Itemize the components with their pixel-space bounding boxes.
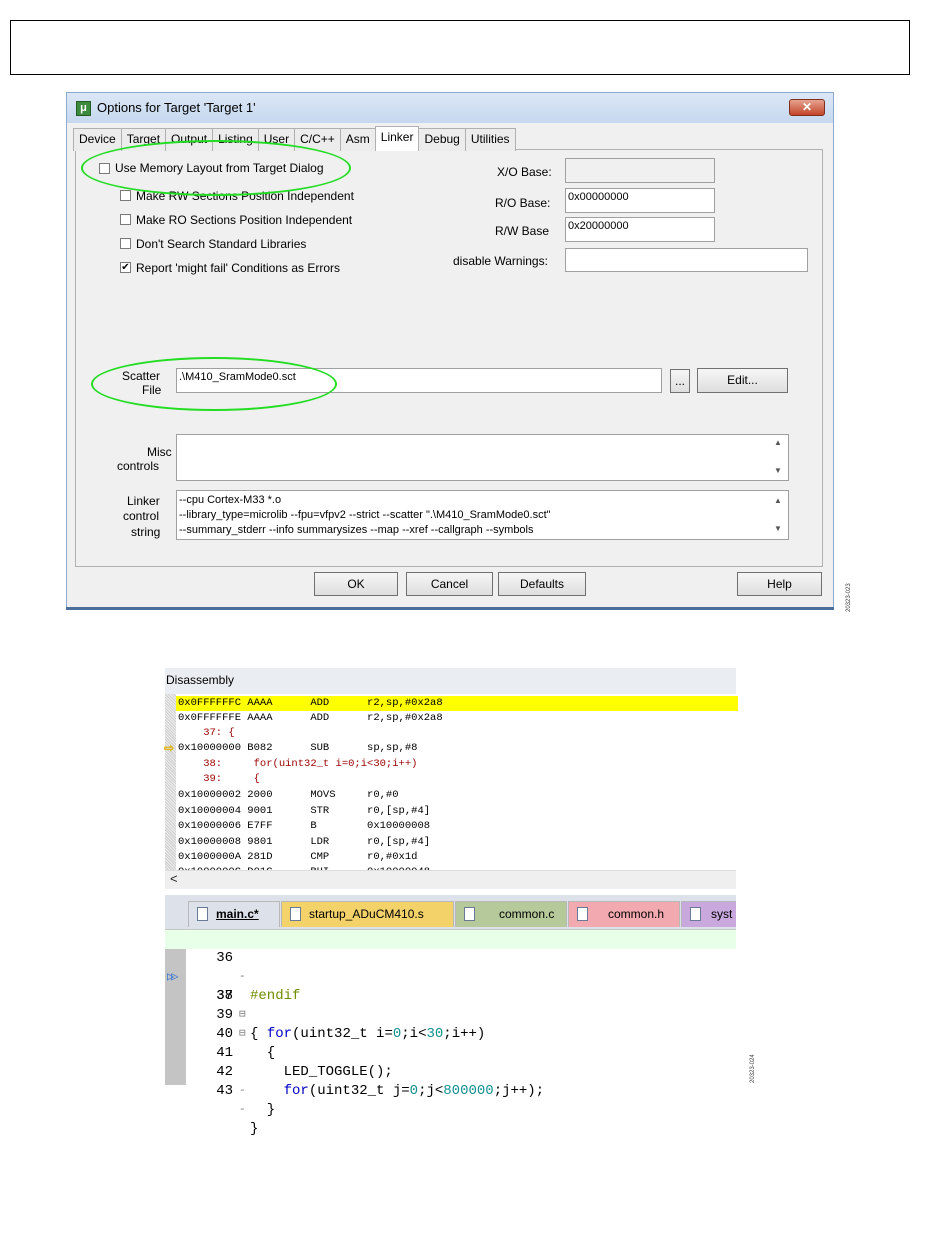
linker-control-label-line3: string xyxy=(131,525,161,539)
disassembly-horizontal-scrollbar[interactable]: < xyxy=(165,870,736,889)
file-icon xyxy=(197,907,208,921)
disassembly-title: Disassembly xyxy=(165,668,736,694)
file-tab-common-c[interactable]: common.c xyxy=(455,901,567,927)
report-might-fail-checkbox[interactable]: ✔ xyxy=(120,262,131,273)
file-icon xyxy=(690,907,701,921)
code-text: for(uint32_t j=0;j<800000;j++); xyxy=(283,1083,545,1099)
file-tab-label: common.c xyxy=(499,907,555,921)
ok-button[interactable]: OK xyxy=(314,572,398,596)
tab-device[interactable]: Device xyxy=(73,128,122,151)
disasm-source-line[interactable]: 39: { xyxy=(178,772,260,787)
file-tab-label: startup_ADuCM410.s xyxy=(309,907,424,921)
disassembly-gutter xyxy=(165,694,176,870)
linker-control-label-line2: control xyxy=(123,509,160,523)
disasm-line[interactable]: 0x0FFFFFFC AAAA ADD r2,sp,#0x2a8 xyxy=(176,696,738,711)
disasm-line[interactable]: 0x10000006 E7FF B 0x10000008 xyxy=(178,819,430,834)
file-icon xyxy=(464,907,475,921)
disasm-line[interactable]: 0x10000002 2000 MOVS r0,#0 xyxy=(178,788,399,803)
editor-line[interactable]: 43 - } xyxy=(165,1063,736,1137)
linker-string-line-3: --summary_stderr --info summarysizes --m… xyxy=(179,524,534,536)
cancel-button[interactable]: Cancel xyxy=(406,572,493,596)
fold-marker: - xyxy=(239,1085,246,1097)
xo-base-label: X/O Base: xyxy=(497,165,552,179)
options-dialog: μ Options for Target 'Target 1' ✕ Device… xyxy=(66,92,834,610)
file-tab-label: common.h xyxy=(608,907,665,921)
dont-search-std-libs-checkbox[interactable] xyxy=(120,238,131,249)
make-ro-position-independent-checkbox[interactable] xyxy=(120,214,131,225)
app-icon: μ xyxy=(76,101,91,116)
file-tab-main-c[interactable]: main.c* xyxy=(188,901,280,927)
linker-string-line-2: --library_type=microlib --fpu=vfpv2 --st… xyxy=(179,509,551,521)
make-rw-position-independent-checkbox[interactable] xyxy=(120,190,131,201)
misc-scroll-down-icon[interactable]: ▼ xyxy=(774,466,782,475)
linker-scroll-down-icon[interactable]: ▼ xyxy=(774,524,782,533)
fold-marker: - xyxy=(239,1104,246,1116)
linker-control-label-line1: Linker xyxy=(127,494,160,508)
dialog-bottom-border xyxy=(66,607,834,610)
line-number: 43 xyxy=(216,1083,233,1099)
scatter-edit-button[interactable]: Edit... xyxy=(697,368,788,393)
close-button[interactable]: ✕ xyxy=(789,99,825,116)
linker-string-line-1: --cpu Cortex-M33 *.o xyxy=(179,494,282,506)
misc-scroll-up-icon[interactable]: ▲ xyxy=(774,438,782,447)
scroll-left-icon[interactable]: < xyxy=(170,871,178,886)
tab-utilities[interactable]: Utilities xyxy=(464,128,516,151)
figure-id-1: 20323-023 xyxy=(846,583,852,612)
code-text: } xyxy=(250,1102,276,1118)
disasm-line[interactable]: 0x0FFFFFFE AAAA ADD r2,sp,#0x2a8 xyxy=(178,711,443,726)
editor-line[interactable]: 42 - } xyxy=(165,1044,736,1118)
tab-linker[interactable]: Linker xyxy=(374,126,420,151)
file-tab-strip: main.c* startup_ADuCM410.s common.c comm… xyxy=(165,895,736,929)
scatter-browse-button[interactable]: ... xyxy=(670,369,690,393)
tab-asm[interactable]: Asm xyxy=(339,128,376,151)
dont-search-std-libs-label: Don't Search Standard Libraries xyxy=(136,237,307,251)
editor-line-current[interactable]: ▷▷ 37 ⊟ { xyxy=(165,949,736,1042)
annotation-ellipse-memory-layout xyxy=(81,140,351,196)
disasm-line-current[interactable]: 0x10000000 B082 SUB sp,sp,#8 xyxy=(178,741,417,756)
linker-control-string-box: --cpu Cortex-M33 *.o --library_type=micr… xyxy=(176,490,789,540)
file-icon xyxy=(577,907,588,921)
file-tab-syst[interactable]: syst xyxy=(681,901,736,927)
editor-line[interactable]: 41 for(uint32_t j=0;j<800000;j++); xyxy=(165,1025,736,1099)
editor-line[interactable]: 39 ⊟ { xyxy=(165,987,736,1061)
misc-controls-input[interactable] xyxy=(176,434,789,481)
disable-warnings-label: disable Warnings: xyxy=(453,254,548,268)
disable-warnings-input[interactable] xyxy=(565,248,808,272)
disasm-line[interactable]: 0x1000000A 281D CMP r0,#0x1d xyxy=(178,850,417,865)
annotation-ellipse-scatter-file xyxy=(91,357,337,411)
rw-base-label: R/W Base xyxy=(495,224,550,238)
file-tab-startup[interactable]: startup_ADuCM410.s xyxy=(281,901,454,927)
report-might-fail-label: Report 'might fail' Conditions as Errors xyxy=(136,261,340,275)
file-tab-label: main.c* xyxy=(216,907,259,921)
ro-base-label: R/O Base: xyxy=(495,196,551,210)
ro-base-input[interactable]: 0x00000000 xyxy=(565,188,715,213)
tab-debug[interactable]: Debug xyxy=(418,128,466,151)
disasm-line[interactable]: 0x10000008 9801 LDR r0,[sp,#4] xyxy=(178,835,430,850)
misc-controls-label-line1: Misc xyxy=(147,445,172,459)
code-text: } xyxy=(250,1121,259,1137)
dialog-title: Options for Target 'Target 1' xyxy=(97,100,256,115)
file-tab-label: syst xyxy=(711,907,733,921)
xo-base-input[interactable] xyxy=(565,158,715,183)
disasm-line[interactable]: 0x10000004 9001 STR r0,[sp,#4] xyxy=(178,804,430,819)
rw-base-input[interactable]: 0x20000000 xyxy=(565,217,715,242)
editor-line[interactable]: 40 LED_TOGGLE(); xyxy=(165,1006,736,1080)
misc-controls-label-line2: controls xyxy=(117,459,160,473)
help-button[interactable]: Help xyxy=(737,572,822,596)
figure-id-2: 20323-024 xyxy=(750,1054,756,1083)
dialog-titlebar: μ Options for Target 'Target 1' ✕ xyxy=(67,93,833,123)
disasm-source-line[interactable]: 37: { xyxy=(178,726,235,741)
disassembly-window: Disassembly ⇨ 0x0FFFFFFC AAAA ADD r2,sp,… xyxy=(164,668,738,893)
file-icon xyxy=(290,907,301,921)
file-tab-common-h[interactable]: common.h xyxy=(568,901,680,927)
defaults-button[interactable]: Defaults xyxy=(498,572,586,596)
editor-line[interactable]: 38 for(uint32_t i=0;i<30;i++) xyxy=(165,968,736,1042)
page-header-box xyxy=(10,20,910,75)
pc-arrow-icon: ⇨ xyxy=(164,741,175,755)
linker-scroll-up-icon[interactable]: ▲ xyxy=(774,496,782,505)
source-editor: main.c* startup_ADuCM410.s common.c comm… xyxy=(165,895,736,1137)
disasm-source-line[interactable]: 38: for(uint32_t i=0;i<30;i++) xyxy=(178,757,417,772)
editor-line[interactable]: 36 - #endif xyxy=(165,930,736,1004)
make-ro-position-independent-label: Make RO Sections Position Independent xyxy=(136,213,353,227)
